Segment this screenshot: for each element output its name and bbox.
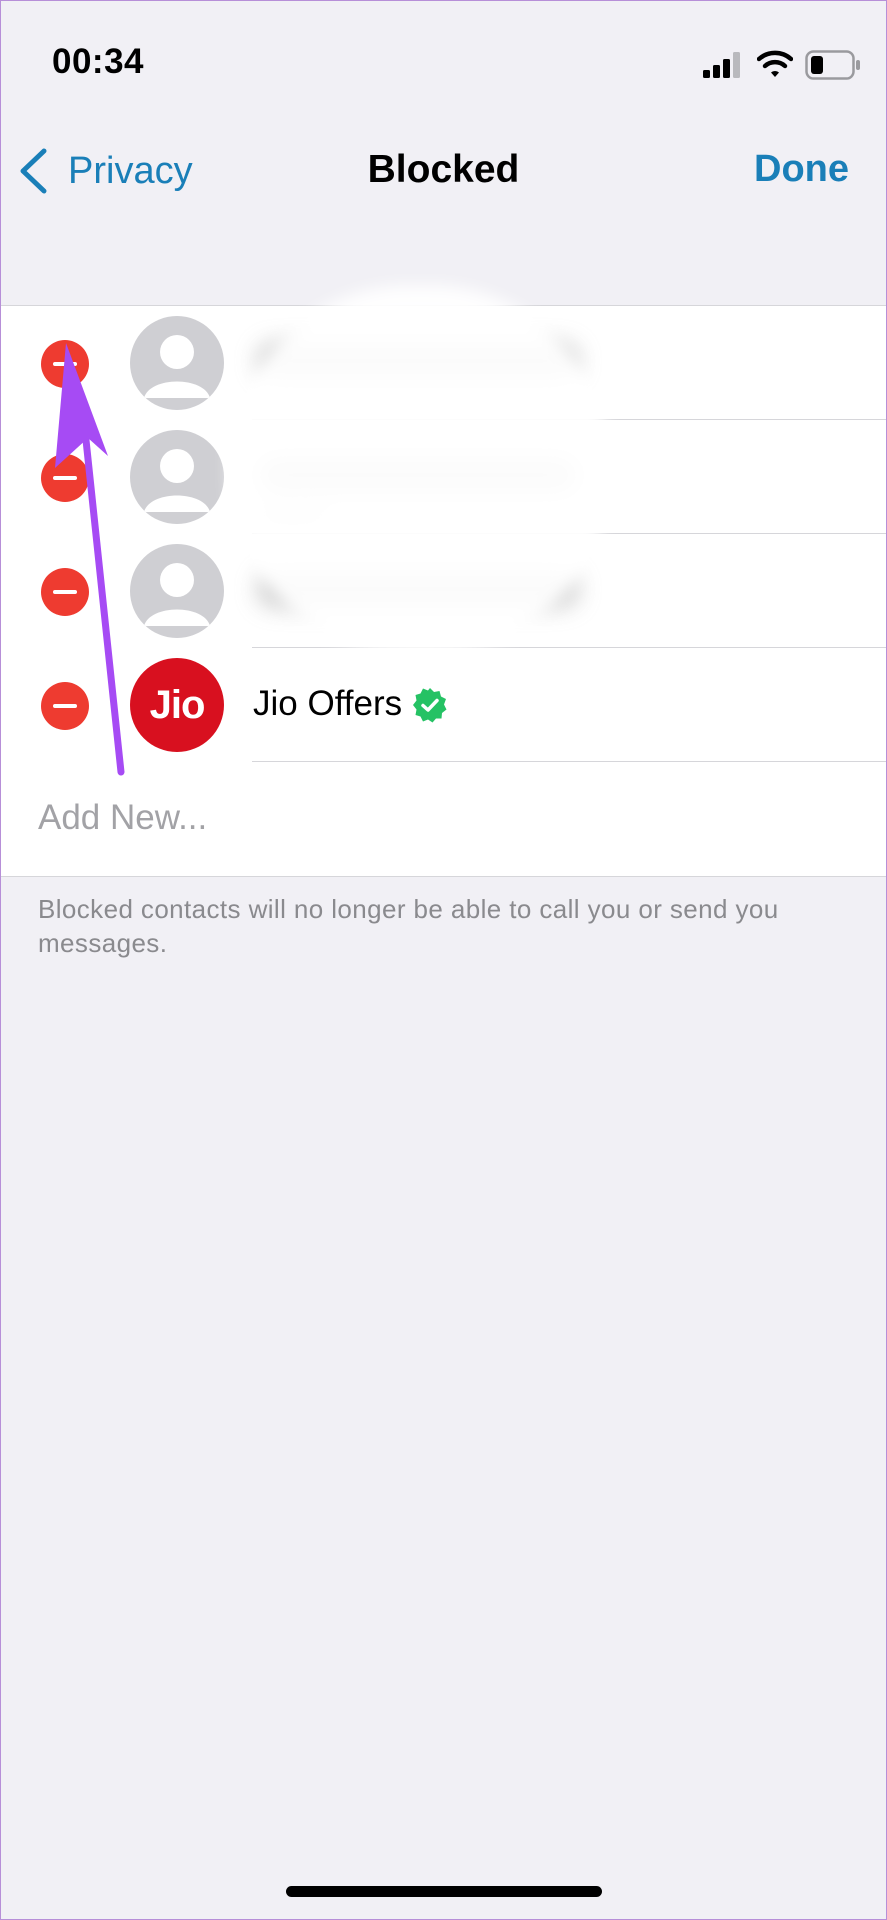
home-indicator[interactable] [286, 1886, 602, 1897]
blocked-contact-row[interactable]: Jio Jio Offers [0, 648, 887, 762]
footer-note: Blocked contacts will no longer be able … [38, 894, 779, 958]
add-new-row[interactable]: Add New... [0, 762, 887, 876]
delete-icon[interactable] [41, 568, 89, 616]
blocked-contact-row[interactable] [0, 420, 887, 534]
redacted-contact-name [258, 572, 578, 606]
verified-icon [413, 688, 447, 723]
default-avatar-icon [130, 544, 224, 638]
annotation-arrow [55, 343, 125, 776]
battery-icon [805, 50, 860, 80]
default-avatar-icon [130, 316, 224, 410]
delete-icon[interactable] [41, 340, 89, 388]
blocked-contact-row[interactable] [0, 534, 887, 648]
done-button[interactable]: Done [754, 148, 849, 191]
delete-icon[interactable] [41, 454, 89, 502]
add-new-label: Add New... [38, 798, 208, 837]
wifi-icon [757, 50, 793, 77]
blocked-contacts-list: Jio Jio Offers Add New... [0, 305, 887, 877]
redacted-contact-name [258, 344, 578, 378]
status-time: 00:34 [52, 42, 145, 81]
signal-icon [703, 52, 740, 78]
default-avatar-icon [130, 430, 224, 524]
redacted-contact-detail [258, 506, 328, 522]
contact-name: Jio Offers [253, 684, 403, 723]
status-bar: 00:34 [0, 0, 887, 120]
jio-logo: Jio [130, 658, 224, 752]
screenshot-border [0, 0, 887, 1920]
redacted-contact-name [258, 458, 578, 492]
jio-avatar: Jio [130, 658, 224, 752]
delete-icon[interactable] [41, 682, 89, 730]
blocked-contact-row[interactable] [0, 306, 887, 420]
navigation-bar: Privacy Blocked Done [0, 120, 887, 220]
